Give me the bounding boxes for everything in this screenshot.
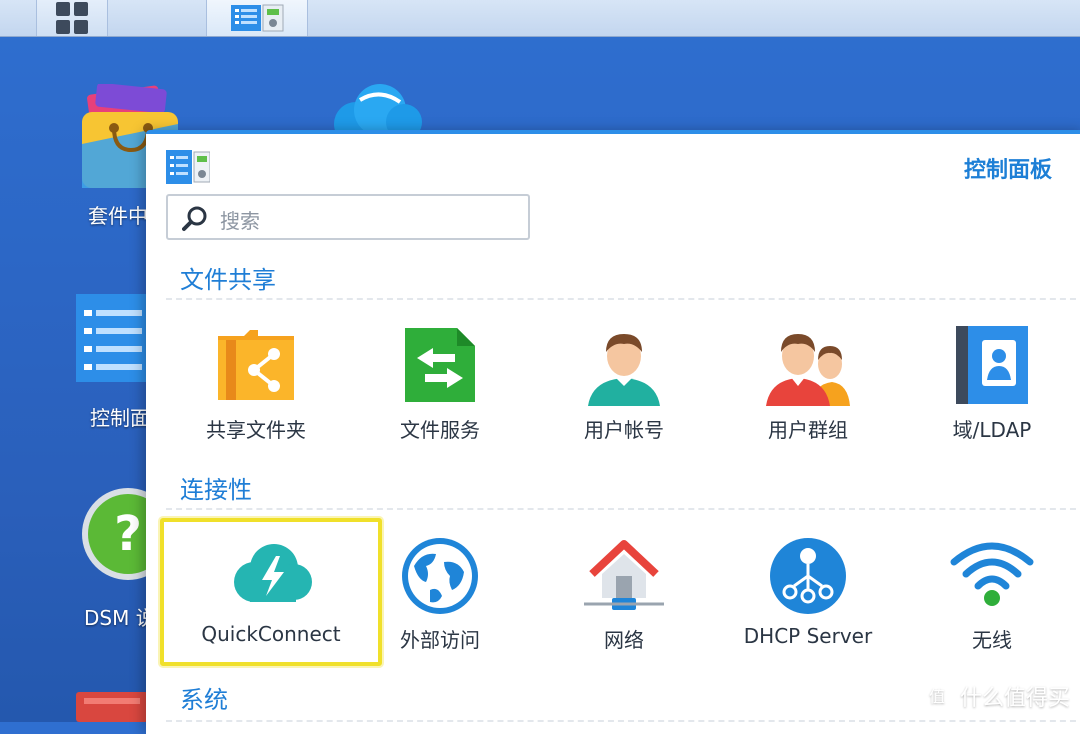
window-title: 控制面板 <box>963 158 1052 183</box>
section-divider <box>166 508 1080 510</box>
item-wireless[interactable]: 无线 <box>902 524 1080 664</box>
desktop-icon-label[interactable]: 套件中 <box>88 200 148 229</box>
search-icon <box>182 206 207 231</box>
item-shared-folder[interactable]: 共享文件夹 <box>166 314 346 454</box>
cloud-icon[interactable] <box>320 84 424 134</box>
watermark: 值 什么值得买 <box>922 680 1070 712</box>
dhcp-server-icon <box>770 538 846 614</box>
watermark-logo-icon: 值 <box>922 682 951 710</box>
item-label: 文件服务 <box>400 418 480 442</box>
shared-folder-icon <box>218 330 294 400</box>
control-panel-icon <box>231 4 284 32</box>
toolbox-icon[interactable] <box>76 688 148 722</box>
grid-icon <box>56 2 88 34</box>
taskbar <box>0 0 1080 37</box>
file-services-icon <box>405 328 475 402</box>
wireless-icon <box>950 542 1034 606</box>
svg-text:值: 值 <box>929 687 945 706</box>
section-title-connectivity: 连接性 <box>180 476 252 504</box>
domain-ldap-icon <box>956 326 1028 404</box>
user-account-icon <box>588 334 660 406</box>
desktop-icon-label[interactable]: DSM 说 <box>84 602 156 631</box>
item-user-group[interactable]: 用户群组 <box>718 314 898 454</box>
item-label: 用户群组 <box>768 418 848 442</box>
external-access-icon <box>402 538 478 614</box>
item-user-account[interactable]: 用户帐号 <box>534 314 714 454</box>
section-title-system: 系统 <box>180 686 228 714</box>
search-placeholder: 搜索 <box>220 209 260 233</box>
item-dhcp-server[interactable]: DHCP Server <box>718 524 898 664</box>
desktop-icon-label[interactable]: 控制面 <box>90 402 150 431</box>
control-panel-desktop-icon[interactable] <box>76 294 152 384</box>
item-label: DHCP Server <box>743 624 873 648</box>
quickconnect-icon <box>234 544 312 602</box>
item-label: 域/LDAP <box>952 418 1032 442</box>
network-icon <box>584 540 664 610</box>
main-menu-button[interactable] <box>36 0 108 36</box>
item-label: 网络 <box>604 628 644 652</box>
item-label: 共享文件夹 <box>206 418 306 442</box>
item-label: 无线 <box>972 628 1012 652</box>
item-file-services[interactable]: 文件服务 <box>350 314 530 454</box>
item-label: 外部访问 <box>400 628 480 652</box>
svg-text:?: ? <box>114 506 142 562</box>
item-external-access[interactable]: 外部访问 <box>350 524 530 664</box>
control-panel-window: 控制面板 搜索 文件共享 共享文件夹 文件服务 用户帐号 用户群组 域/LDAP… <box>146 130 1080 734</box>
section-title-file-sharing: 文件共享 <box>180 266 276 294</box>
section-divider <box>166 298 1080 300</box>
user-group-icon <box>766 334 850 406</box>
item-domain-ldap[interactable]: 域/LDAP <box>902 314 1080 454</box>
taskbar-control-panel-button[interactable] <box>206 0 308 36</box>
item-network[interactable]: 网络 <box>534 524 714 664</box>
search-input[interactable]: 搜索 <box>166 194 530 240</box>
item-quickconnect[interactable]: QuickConnect <box>160 518 382 666</box>
item-label: QuickConnect <box>201 622 341 646</box>
item-label: 用户帐号 <box>584 418 664 442</box>
watermark-text: 什么值得买 <box>959 686 1070 711</box>
control-panel-icon <box>166 150 210 184</box>
